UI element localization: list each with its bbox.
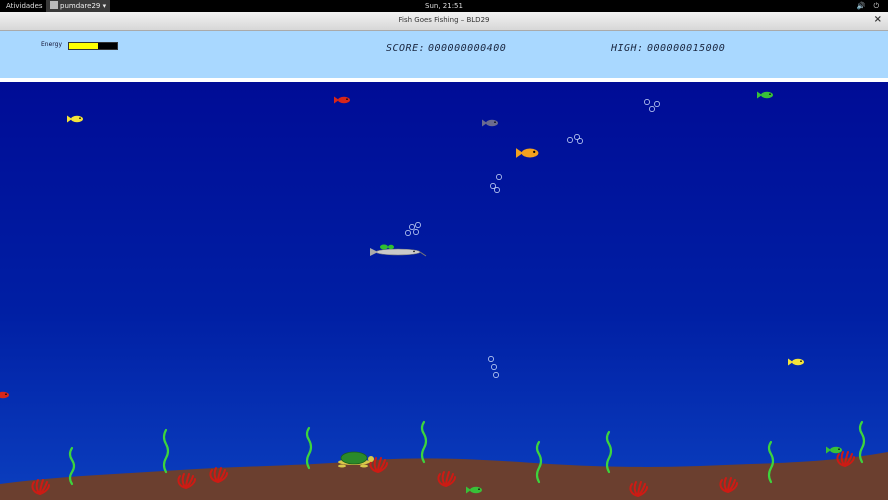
player-fish (370, 244, 427, 257)
seaweed (605, 430, 613, 474)
fish (757, 91, 773, 99)
window-title: Fish Goes Fishing – BLD29 (398, 16, 490, 24)
score-label: SCORE: (386, 43, 426, 54)
fish (788, 358, 804, 366)
fish (67, 115, 83, 123)
energy-label: Energy (41, 41, 63, 48)
close-icon[interactable]: × (874, 14, 882, 25)
system-tray[interactable]: 🔊 ⏻ (857, 2, 883, 11)
high-score-label: HIGH: (611, 43, 644, 54)
ocean-scene (0, 91, 888, 500)
high-score-value: 000000015000 (647, 43, 726, 54)
seabed (0, 452, 888, 500)
fish (482, 119, 498, 127)
window-title-bar[interactable]: Fish Goes Fishing – BLD29 × (0, 12, 888, 31)
clock[interactable]: Sun, 21:51 (0, 2, 888, 10)
seaweed (162, 428, 170, 474)
system-top-bar: Atividades pumdare29 ▾ Sun, 21:51 🔊 ⏻ (0, 0, 888, 12)
fish (0, 391, 9, 399)
bubbles (405, 99, 660, 378)
energy-fill (69, 43, 98, 49)
power-icon: ⏻ (873, 2, 882, 10)
seaweed (305, 426, 313, 470)
game-hud: Energy SCORE: 000000000400 HIGH: 0000000… (0, 31, 888, 78)
volume-icon: 🔊 (856, 2, 869, 10)
seaweed (420, 420, 428, 464)
fish (826, 446, 842, 454)
energy-bar (68, 42, 118, 50)
fish (334, 96, 350, 104)
score-value: 000000000400 (428, 43, 507, 54)
fish (516, 148, 539, 158)
ocean[interactable] (0, 82, 888, 500)
